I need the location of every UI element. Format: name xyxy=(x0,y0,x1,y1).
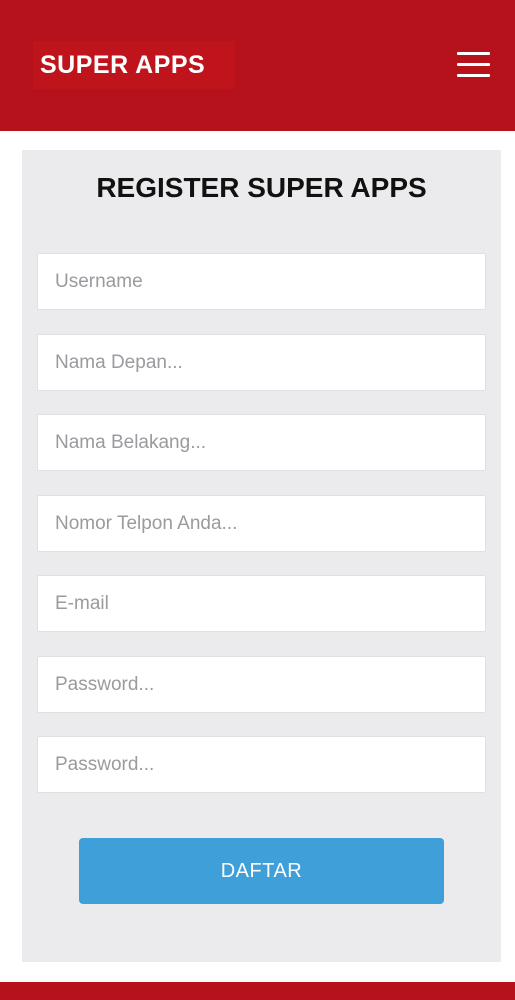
email-field[interactable] xyxy=(37,575,486,632)
phone-field[interactable] xyxy=(37,495,486,552)
confirm-password-field[interactable] xyxy=(37,736,486,793)
username-field[interactable] xyxy=(37,253,486,310)
register-form-card: REGISTER SUPER APPS DAFTAR xyxy=(22,150,501,962)
menu-line xyxy=(457,63,490,66)
menu-line xyxy=(457,52,490,55)
register-submit-button[interactable]: DAFTAR xyxy=(79,838,444,904)
first-name-field[interactable] xyxy=(37,334,486,391)
app-root: SUPER APPS REGISTER SUPER APPS DAFTAR xyxy=(0,0,515,1000)
password-field[interactable] xyxy=(37,656,486,713)
hamburger-menu-icon[interactable] xyxy=(455,50,491,80)
top-header: SUPER APPS xyxy=(0,0,515,131)
menu-line xyxy=(457,74,490,77)
form-title: REGISTER SUPER APPS xyxy=(96,172,427,203)
footer-bar xyxy=(0,982,515,1000)
app-logo[interactable]: SUPER APPS xyxy=(33,41,235,89)
last-name-field[interactable] xyxy=(37,414,486,471)
